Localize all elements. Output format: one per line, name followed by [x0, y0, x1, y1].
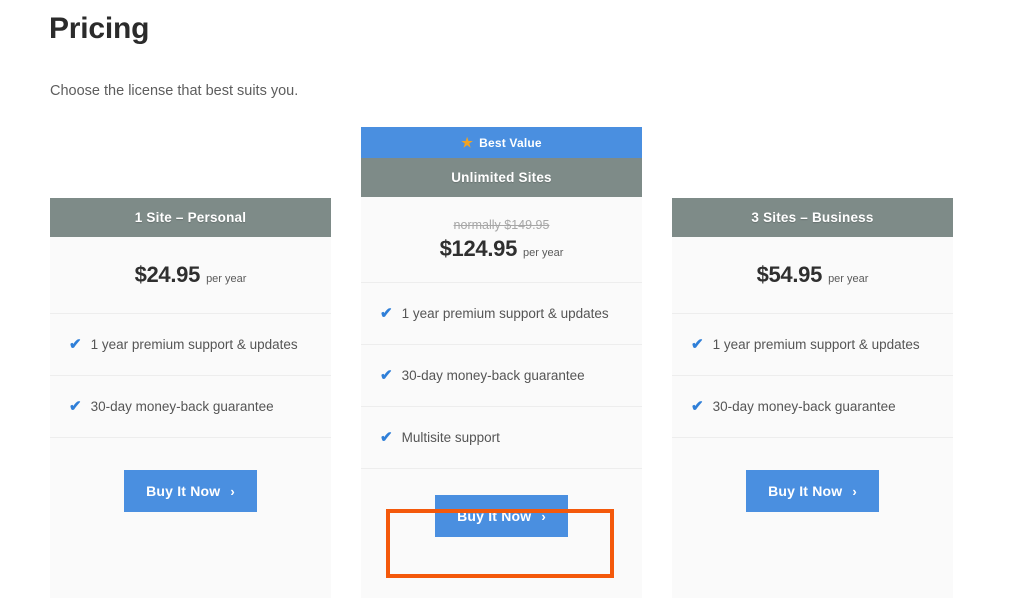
price-period: per year [206, 273, 247, 285]
price-original-strikethrough: normally $149.95 [453, 217, 550, 232]
feature-item: ✔ 1 year premium support & updates [361, 283, 642, 345]
card-header-business: 3 Sites – Business [672, 198, 953, 237]
pricing-card-business: 3 Sites – Business $54.95 per year ✔ 1 y… [672, 198, 953, 598]
feature-item: ✔ 30-day money-back guarantee [50, 376, 331, 438]
price-row: $124.95 per year [440, 236, 564, 262]
star-icon: ★ [461, 135, 474, 150]
pricing-card-unlimited: ★ Best Value Unlimited Sites normally $1… [361, 127, 642, 598]
buy-it-now-button-personal[interactable]: Buy It Now › [124, 470, 257, 512]
feature-label: 1 year premium support & updates [401, 306, 609, 321]
card-footer-personal: Buy It Now › [50, 438, 331, 512]
chevron-right-icon: › [852, 483, 857, 499]
chevron-right-icon: › [230, 483, 235, 499]
feature-label: 30-day money-back guarantee [401, 368, 585, 383]
check-icon: ✔ [69, 336, 82, 353]
price-block-personal: $24.95 per year [50, 237, 331, 314]
buy-it-now-button-business[interactable]: Buy It Now › [746, 470, 879, 512]
check-icon: ✔ [691, 336, 704, 353]
feature-item: ✔ 30-day money-back guarantee [672, 376, 953, 438]
best-value-label: Best Value [479, 135, 542, 150]
check-icon: ✔ [380, 367, 393, 384]
card-footer-business: Buy It Now › [672, 438, 953, 512]
chevron-right-icon: › [541, 508, 546, 524]
check-icon: ✔ [691, 398, 704, 415]
feature-item: ✔ 1 year premium support & updates [50, 314, 331, 376]
price-period: per year [523, 246, 564, 259]
pricing-card-personal: 1 Site – Personal $24.95 per year ✔ 1 ye… [50, 198, 331, 598]
price-amount: $24.95 [134, 262, 201, 287]
card-header-unlimited: Unlimited Sites [361, 158, 642, 197]
card-footer-unlimited: Buy It Now › [361, 469, 642, 537]
best-value-banner: ★ Best Value [361, 127, 642, 158]
check-icon: ✔ [69, 398, 82, 415]
price-block-business: $54.95 per year [672, 237, 953, 314]
price-row: $24.95 per year [135, 262, 247, 288]
feature-label: 1 year premium support & updates [90, 337, 298, 352]
price-row: $54.95 per year [757, 262, 869, 288]
feature-label: Multisite support [401, 430, 500, 445]
card-header-personal: 1 Site – Personal [50, 198, 331, 237]
feature-list-business: ✔ 1 year premium support & updates ✔ 30-… [672, 314, 953, 438]
feature-label: 30-day money-back guarantee [90, 399, 274, 414]
buy-button-label: Buy It Now [768, 483, 843, 499]
feature-list-personal: ✔ 1 year premium support & updates ✔ 30-… [50, 314, 331, 438]
check-icon: ✔ [380, 429, 393, 446]
price-block-unlimited: normally $149.95 $124.95 per year [361, 197, 642, 283]
feature-label: 30-day money-back guarantee [712, 399, 896, 414]
price-amount: $124.95 [439, 235, 518, 261]
buy-button-label: Buy It Now [457, 508, 532, 524]
price-period: per year [828, 273, 869, 285]
check-icon: ✔ [380, 305, 393, 322]
pricing-card-grid: 1 Site – Personal $24.95 per year ✔ 1 ye… [0, 0, 1024, 598]
buy-button-label: Buy It Now [146, 483, 221, 499]
price-amount: $54.95 [756, 262, 823, 287]
feature-item: ✔ 1 year premium support & updates [672, 314, 953, 376]
feature-item: ✔ Multisite support [361, 407, 642, 469]
feature-label: 1 year premium support & updates [712, 337, 920, 352]
buy-it-now-button-unlimited[interactable]: Buy It Now › [435, 495, 568, 537]
feature-item: ✔ 30-day money-back guarantee [361, 345, 642, 407]
feature-list-unlimited: ✔ 1 year premium support & updates ✔ 30-… [361, 283, 642, 469]
